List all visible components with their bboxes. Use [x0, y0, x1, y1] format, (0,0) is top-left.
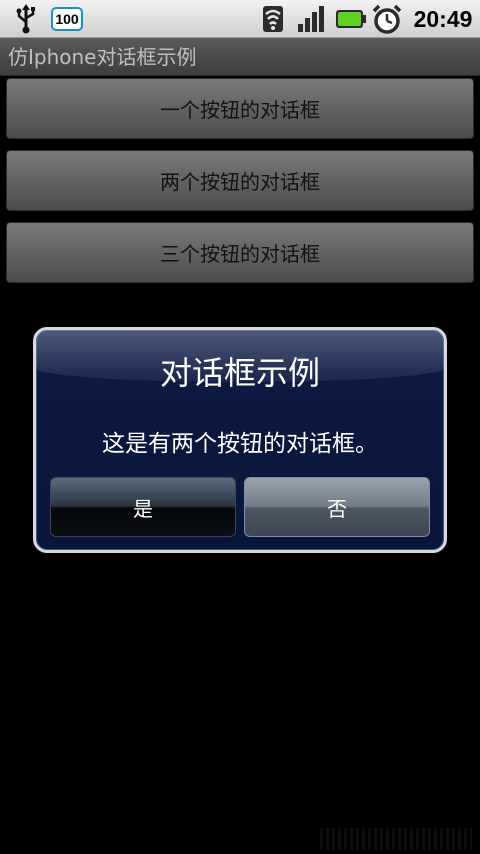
three-button-dialog-button[interactable]: 三个按钮的对话框: [6, 222, 474, 283]
usb-icon: [8, 0, 44, 38]
decorative-noise: [320, 828, 472, 850]
status-bar: 100 20:49: [0, 0, 480, 38]
dialog-title: 对话框示例: [159, 354, 320, 392]
title-bar: 仿Iphone对话框示例: [0, 38, 480, 76]
yes-button[interactable]: 是: [50, 477, 236, 537]
battery-level-badge: 100: [50, 0, 84, 38]
signal-icon: [294, 0, 328, 38]
wifi-icon: [258, 0, 288, 38]
app-title: 仿Iphone对话框示例: [8, 45, 197, 69]
status-time: 20:49: [413, 5, 473, 32]
dialog-message: 这是有两个按钮的对话框。: [102, 431, 378, 457]
battery-icon: [334, 0, 368, 38]
battery-level-text: 100: [51, 7, 83, 31]
two-button-dialog-button[interactable]: 两个按钮的对话框: [6, 150, 474, 211]
alarm-clock-icon: [370, 0, 404, 38]
one-button-dialog-button[interactable]: 一个按钮的对话框: [6, 78, 474, 139]
no-button[interactable]: 否: [244, 477, 430, 537]
alert-dialog: 对话框示例 这是有两个按钮的对话框。 是 否: [33, 327, 447, 553]
